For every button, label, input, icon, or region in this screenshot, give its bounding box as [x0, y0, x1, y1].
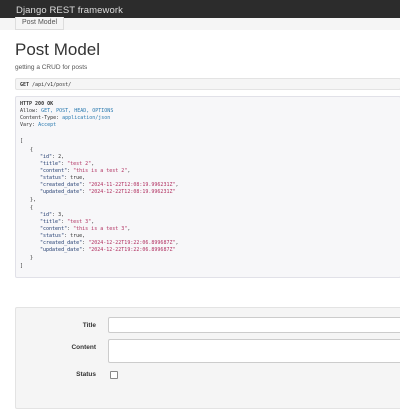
- response-header-allow: Allow: GET, POST, HEAD, OPTIONS: [20, 108, 114, 114]
- json-object-close: }: [30, 255, 34, 261]
- response-header-content-type: Content-Type: application/json: [20, 115, 111, 121]
- json-object-open: {: [30, 205, 34, 211]
- json-field-created-date: "created_date": "2024-11-22T12:08:19.996…: [40, 182, 179, 188]
- json-array-close: ]: [20, 263, 24, 269]
- request-path: /api/v1/post/: [32, 82, 72, 88]
- status-label: Status: [76, 371, 96, 378]
- response-status-line: HTTP 200 OK: [20, 101, 54, 107]
- json-object-open: {: [30, 147, 34, 153]
- request-url: GET /api/v1/post/: [15, 78, 400, 90]
- json-field-content: "content": "this is a test 2",: [40, 168, 131, 174]
- content-textarea[interactable]: [108, 339, 400, 363]
- json-object-close: },: [30, 197, 37, 203]
- json-field-id: "id": 3,: [40, 212, 65, 218]
- json-field-title: "title": "test 3",: [40, 219, 95, 225]
- breadcrumb-item-post-model[interactable]: Post Model: [15, 17, 65, 30]
- response-panel: HTTP 200 OK Allow: GET, POST, HEAD, OPTI…: [15, 96, 400, 278]
- page-description: getting a CRUD for posts: [15, 64, 88, 71]
- content-label: Content: [71, 344, 96, 351]
- breadcrumb: Post Model: [0, 17, 400, 30]
- json-field-status: "status": true,: [40, 175, 86, 181]
- json-array-open: [: [20, 138, 24, 144]
- post-form: Title Content Status: [15, 307, 400, 409]
- json-field-id: "id": 2,: [40, 154, 65, 160]
- json-field-title: "title": "test 2",: [40, 161, 95, 167]
- json-field-updated-date: "updated_date": "2024-12-22T19:22:06.899…: [40, 247, 176, 253]
- request-method: GET: [20, 82, 30, 88]
- json-field-updated-date: "updated_date": "2024-12-22T12:08:19.996…: [40, 189, 176, 195]
- json-field-created-date: "created_date": "2024-12-22T19:22:06.899…: [40, 240, 179, 246]
- title-input[interactable]: [108, 317, 400, 333]
- title-label: Title: [82, 322, 96, 329]
- json-field-status: "status": true,: [40, 233, 86, 239]
- page-title: Post Model: [15, 40, 101, 59]
- json-field-content: "content": "this is a test 3",: [40, 226, 131, 232]
- status-checkbox[interactable]: [110, 371, 118, 379]
- navbar-brand[interactable]: Django REST framework: [16, 5, 123, 16]
- response-header-vary: Vary: Accept: [20, 122, 57, 128]
